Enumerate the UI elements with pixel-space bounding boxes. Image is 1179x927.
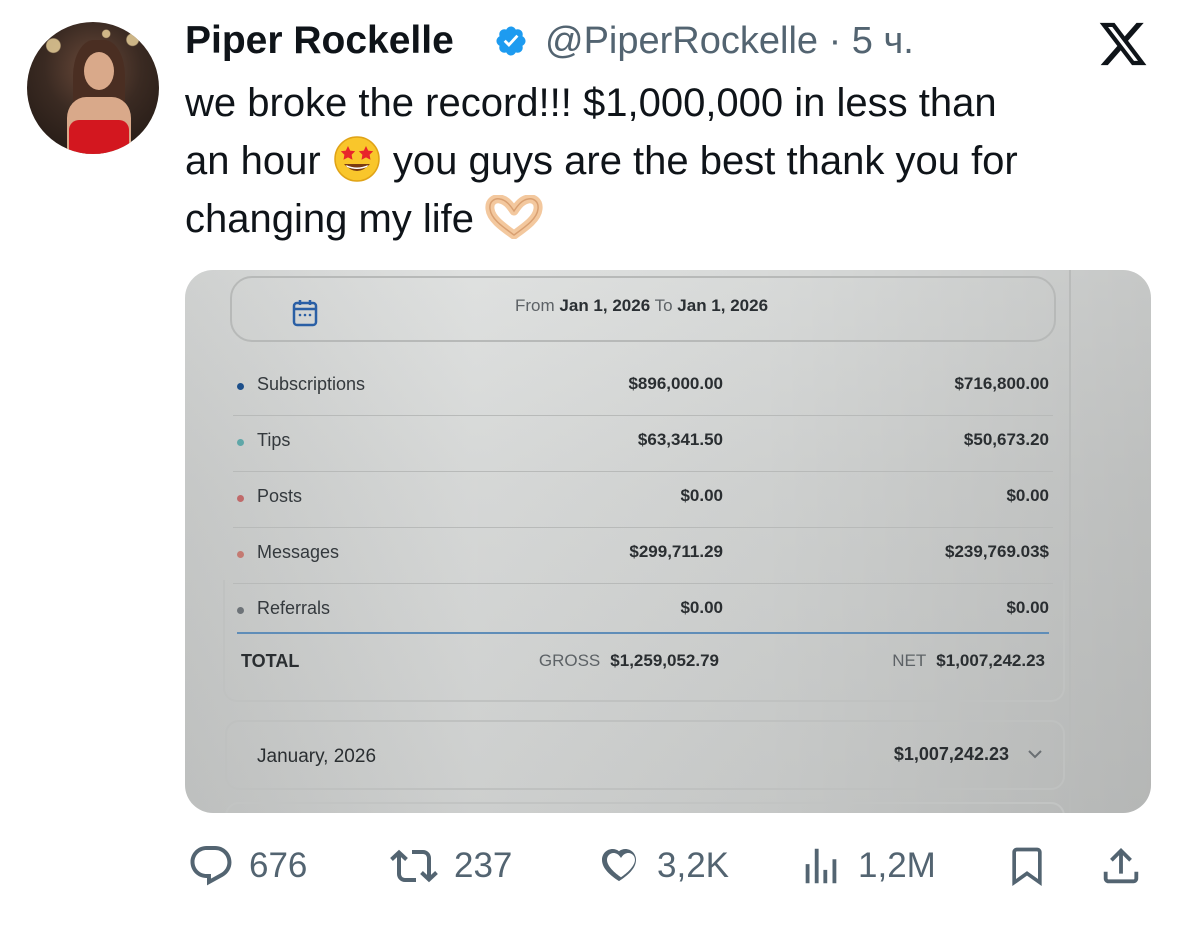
row-color-dot — [237, 607, 244, 614]
avatar-face — [84, 52, 114, 90]
tweet-line-2b: you guys are the best thank you for — [392, 139, 1018, 183]
bookmark-icon — [1012, 847, 1042, 887]
screen-edge — [1069, 270, 1071, 813]
row-label: Tips — [257, 430, 291, 450]
share-button[interactable] — [1098, 840, 1144, 892]
calendar-icon — [292, 300, 318, 327]
table-row: Messages $299,711.29 $239,769.03$ — [233, 528, 1053, 584]
bookmark-button[interactable] — [1005, 840, 1049, 892]
row-label: Subscriptions — [257, 374, 366, 394]
author-handle-and-time[interactable]: @PiperRockelle · 5 ч. — [545, 18, 914, 64]
author-handle[interactable]: @PiperRockelle — [545, 20, 818, 62]
chevron-down-icon — [1028, 750, 1042, 759]
month-summary-card: January, 2026 $1,007,242.23 — [225, 720, 1065, 790]
heart-icon — [602, 848, 636, 882]
row-net: $0.00 — [1006, 486, 1049, 505]
post-time[interactable]: 5 ч. — [852, 20, 914, 62]
row-label: Messages — [257, 542, 340, 562]
tweet-line-3: changing my life — [185, 197, 475, 241]
next-card-edge — [225, 802, 1065, 813]
total-label: TOTAL — [241, 651, 300, 671]
x-logo-icon[interactable] — [1097, 18, 1149, 70]
to-label: To — [654, 296, 673, 315]
row-color-dot — [237, 495, 244, 502]
net-amount: $1,007,242.23 — [936, 651, 1045, 670]
view-count: 1,2M — [858, 846, 936, 885]
views-button[interactable]: 1,2M — [798, 840, 936, 892]
total-net: NET $1,007,242.23 — [892, 651, 1045, 671]
row-color-dot — [237, 551, 244, 558]
to-date: Jan 1, 2026 — [677, 296, 769, 315]
tweet-line-2a: an hour — [185, 139, 321, 183]
reply-icon — [190, 846, 232, 886]
row-gross: $299,711.29 — [629, 542, 723, 561]
verified-badge-icon — [496, 26, 526, 56]
author-name[interactable]: Piper Rockelle — [185, 18, 454, 64]
reply-count: 676 — [249, 846, 308, 885]
tweet-line-1: we broke the record!!! $1,000,000 in les… — [185, 81, 997, 125]
row-color-dot — [237, 383, 244, 390]
row-gross: $0.00 — [680, 486, 723, 505]
from-label: From — [515, 296, 555, 315]
row-label: Posts — [257, 486, 303, 506]
like-count: 3,2K — [657, 846, 729, 885]
like-button[interactable]: 3,2K — [595, 840, 729, 892]
reply-button[interactable]: 676 — [187, 840, 307, 892]
row-net: $50,673.20 — [963, 430, 1049, 449]
table-row: Tips $63,341.50 $50,673.20 — [233, 416, 1053, 472]
table-row: Subscriptions $896,000.00 $716,800.00 — [233, 360, 1053, 416]
total-divider — [237, 632, 1049, 634]
repost-icon — [390, 849, 438, 883]
table-row: Referrals $0.00 $0.00 — [233, 584, 1053, 639]
heart-hands-emoji-icon — [485, 195, 543, 240]
total-gross: GROSS $1,259,052.79 — [539, 651, 719, 671]
repost-count: 237 — [454, 846, 513, 885]
row-net: $0.00 — [1006, 598, 1049, 617]
row-net: $239,769.03$ — [945, 542, 1049, 561]
avatar-red-top — [69, 120, 129, 154]
attached-photo[interactable]: From Jan 1, 2026 To Jan 1, 2026 Subscrip… — [185, 270, 1151, 813]
views-chart-icon — [805, 848, 837, 884]
row-gross: $63,341.50 — [637, 430, 723, 449]
net-caption: NET — [892, 651, 927, 670]
repost-button[interactable]: 237 — [388, 840, 512, 892]
from-date: Jan 1, 2026 — [559, 296, 651, 315]
tweet-text: we broke the record!!! $1,000,000 in les… — [185, 74, 1165, 248]
gross-amount: $1,259,052.79 — [610, 651, 719, 670]
month-label: January, 2026 — [257, 746, 377, 767]
row-color-dot — [237, 439, 244, 446]
row-label: Referrals — [257, 598, 331, 618]
month-total: $1,007,242.23 — [893, 744, 1009, 764]
date-range-text: From Jan 1, 2026 To Jan 1, 2026 — [515, 296, 768, 316]
share-icon — [1103, 847, 1139, 884]
star-struck-emoji-icon — [334, 136, 380, 183]
tweet-actions-bar: 676 237 3,2K 1,2M — [0, 840, 1179, 892]
table-row: Posts $0.00 $0.00 — [233, 472, 1053, 528]
gross-caption: GROSS — [538, 651, 601, 670]
row-gross: $0.00 — [680, 598, 723, 617]
separator-dot: · — [828, 20, 842, 62]
row-gross: $896,000.00 — [628, 374, 723, 393]
earnings-table: Subscriptions $896,000.00 $716,800.00 Ti… — [233, 360, 1053, 639]
row-net: $716,800.00 — [954, 374, 1049, 393]
total-row: TOTAL GROSS $1,259,052.79 NET $1,007,242.2… — [237, 648, 1049, 678]
author-avatar[interactable] — [27, 22, 159, 154]
